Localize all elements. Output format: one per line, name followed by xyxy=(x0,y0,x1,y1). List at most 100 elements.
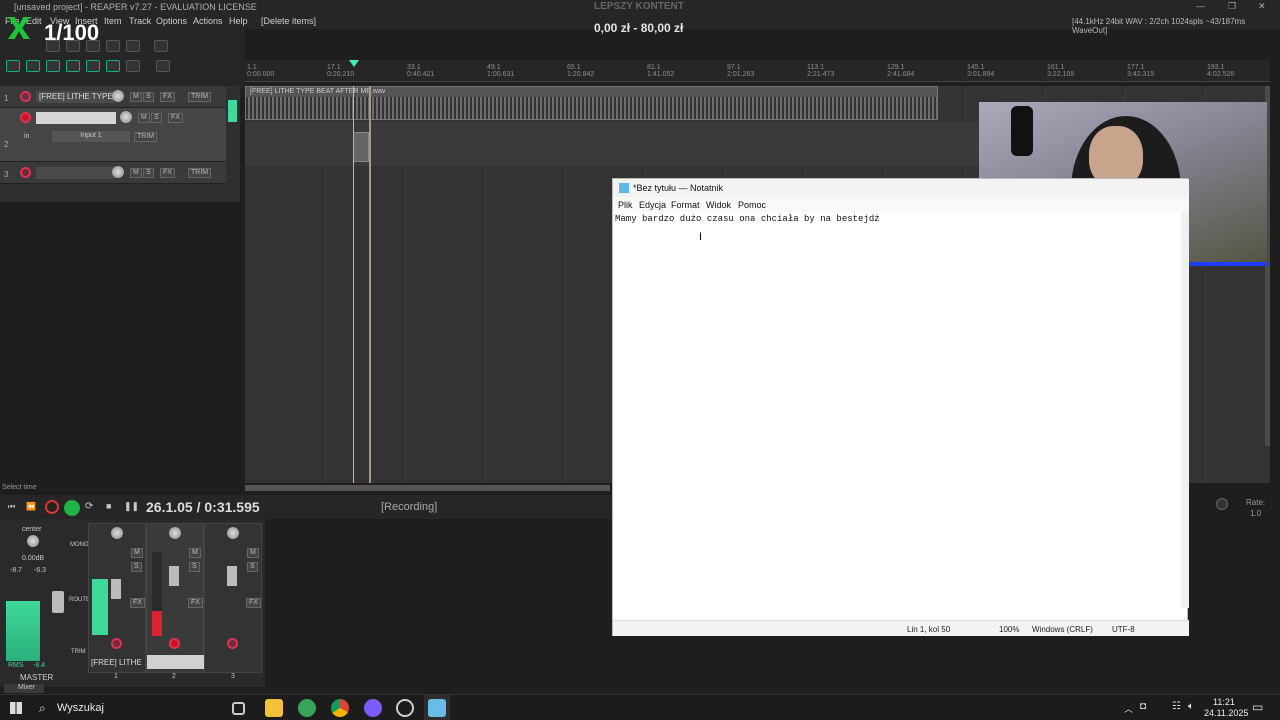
master-fader[interactable] xyxy=(52,591,64,613)
input-select[interactable]: Input 1 xyxy=(52,131,130,142)
notifications-icon[interactable]: ▭ xyxy=(1252,700,1263,714)
record-button[interactable] xyxy=(45,500,59,514)
volume-knob[interactable] xyxy=(120,111,132,123)
track-2[interactable]: 2 M S FX in Input 1 TRIM xyxy=(0,108,226,162)
master-pan-knob[interactable] xyxy=(27,535,39,547)
chrome-icon[interactable] xyxy=(331,699,349,717)
rewind-icon[interactable]: ⏪ xyxy=(26,502,36,511)
mute-button[interactable]: M xyxy=(247,548,259,558)
lock-icon[interactable] xyxy=(126,60,140,72)
fx-button[interactable]: FX xyxy=(168,113,183,123)
file-explorer-icon[interactable] xyxy=(265,699,283,717)
pause-icon[interactable]: ❚❚ xyxy=(124,501,139,512)
notepad-text-area[interactable]: Mamy bardzo dużo czasu ona chciała by na… xyxy=(615,214,880,224)
fx-button[interactable]: FX xyxy=(188,598,203,608)
channel-fader[interactable] xyxy=(227,566,237,586)
track-name-field[interactable] xyxy=(36,167,114,179)
mute-button[interactable]: M xyxy=(131,548,143,558)
network-icon[interactable]: ☷ xyxy=(1172,701,1181,712)
solo-button[interactable]: S xyxy=(151,113,162,123)
new-project-icon[interactable] xyxy=(46,40,60,52)
auto-crossfade-icon[interactable] xyxy=(66,60,80,72)
playhead-marker-icon[interactable] xyxy=(349,60,359,67)
repeat-icon[interactable]: ⟳ xyxy=(85,501,93,512)
timeline-ruler[interactable]: 1.1 0:00.000 17.1 0:20.210 33.1 0:40.421 49… xyxy=(245,60,1270,82)
trim-button[interactable]: TRIM xyxy=(188,168,212,178)
master-trim-label[interactable]: TRIM xyxy=(71,649,86,655)
metronome-icon[interactable] xyxy=(154,40,168,52)
volume-knob[interactable] xyxy=(112,166,124,178)
chrome-variant-icon[interactable] xyxy=(298,699,316,717)
open-project-icon[interactable] xyxy=(66,40,80,52)
playrate-knob[interactable] xyxy=(1216,498,1228,510)
channel-fader[interactable] xyxy=(169,566,179,586)
pan-knob[interactable] xyxy=(169,527,181,539)
track-3[interactable]: 3 M S FX TRIM xyxy=(0,162,226,184)
menu-delete-items[interactable]: [Delete items] xyxy=(261,16,316,26)
fx-button[interactable]: FX xyxy=(160,168,175,178)
menu-track[interactable]: Track xyxy=(129,16,151,26)
track-name-field[interactable]: [FREE] LITHE TYPE xyxy=(36,91,114,103)
snap-icon[interactable] xyxy=(46,60,60,72)
track-name-field[interactable] xyxy=(36,112,116,124)
undo-icon[interactable] xyxy=(106,40,120,52)
close-icon[interactable]: ✕ xyxy=(1258,1,1266,12)
notepad-menu-format[interactable]: Format xyxy=(671,200,700,210)
track-1[interactable]: 1 [FREE] LITHE TYPE M S FX TRIM xyxy=(0,86,226,108)
media-item[interactable]: [FREE] LITHE TYPE BEAT AFTER ME.wav xyxy=(245,86,938,120)
notepad-menu-view[interactable]: Widok xyxy=(706,200,731,210)
channel-strip-2[interactable]: M S FX xyxy=(146,523,204,673)
record-arm-button[interactable] xyxy=(20,91,31,102)
time-position[interactable]: 26.1.05 / 0:31.595 xyxy=(146,499,260,515)
menu-actions[interactable]: Actions xyxy=(193,16,223,26)
solo-button[interactable]: S xyxy=(189,562,200,572)
menu-options[interactable]: Options xyxy=(156,16,187,26)
record-arm-button[interactable] xyxy=(111,638,122,649)
clock-time[interactable]: 11:21 xyxy=(1213,697,1235,707)
windows-start-icon[interactable] xyxy=(10,702,22,714)
envelope-icon[interactable] xyxy=(86,60,100,72)
save-project-icon[interactable] xyxy=(86,40,100,52)
record-arm-button[interactable] xyxy=(227,638,238,649)
mute-button[interactable]: M xyxy=(130,92,142,102)
fx-button[interactable]: FX xyxy=(130,598,145,608)
notepad-scrollbar[interactable] xyxy=(1181,212,1189,608)
trim-button[interactable]: TRIM xyxy=(134,132,158,142)
channel-name-2-field[interactable] xyxy=(147,655,204,669)
notepad-menu-edit[interactable]: Edycja xyxy=(639,200,666,210)
volume-knob[interactable] xyxy=(112,90,124,102)
recording-item[interactable] xyxy=(353,132,369,162)
notepad-titlebar[interactable]: *Bez tytułu — Notatnik xyxy=(613,179,1189,197)
restore-icon[interactable]: ❐ xyxy=(1228,1,1236,12)
route-label[interactable]: ROUTE xyxy=(69,597,90,603)
menu-item[interactable]: Item xyxy=(104,16,122,26)
mixer-tab[interactable]: Mixer xyxy=(4,684,44,693)
fx-button[interactable]: FX xyxy=(160,92,175,102)
record-arm-button[interactable] xyxy=(20,112,31,123)
record-arm-button[interactable] xyxy=(20,167,31,178)
clock-date[interactable]: 24.11.2025 xyxy=(1204,708,1248,718)
horizontal-scrollbar[interactable] xyxy=(245,485,610,491)
channel-name[interactable]: [FREE] LITHE xyxy=(91,658,142,667)
solo-button[interactable]: S xyxy=(143,168,154,178)
reaper-icon[interactable] xyxy=(396,699,414,717)
channel-strip-3[interactable]: M S FX xyxy=(204,523,262,673)
task-view-icon[interactable] xyxy=(232,702,245,715)
tray-app-icon[interactable]: ◘ xyxy=(1140,701,1146,712)
notepad-window[interactable]: *Bez tytułu — Notatnik Plik Edycja Forma… xyxy=(612,178,1189,636)
mute-button[interactable]: M xyxy=(138,113,150,123)
notepad-menu-help[interactable]: Pomoc xyxy=(738,200,766,210)
loop-icon[interactable] xyxy=(106,60,120,72)
mute-button[interactable]: M xyxy=(130,168,142,178)
solo-button[interactable]: S xyxy=(143,92,154,102)
pan-knob[interactable] xyxy=(227,527,239,539)
pan-knob[interactable] xyxy=(111,527,123,539)
minimize-icon[interactable]: — xyxy=(1196,1,1205,11)
play-button[interactable] xyxy=(64,500,80,516)
solo-button[interactable]: S xyxy=(131,562,142,572)
notepad-menu-file[interactable]: Plik xyxy=(618,200,633,210)
go-to-start-icon[interactable]: ⏮ xyxy=(8,502,15,512)
redo-icon[interactable] xyxy=(126,40,140,52)
audio-device-info[interactable]: [44.1kHz 24bit WAV : 2/2ch 1024spls ~43/… xyxy=(1072,17,1280,35)
mute-button[interactable]: M xyxy=(189,548,201,558)
